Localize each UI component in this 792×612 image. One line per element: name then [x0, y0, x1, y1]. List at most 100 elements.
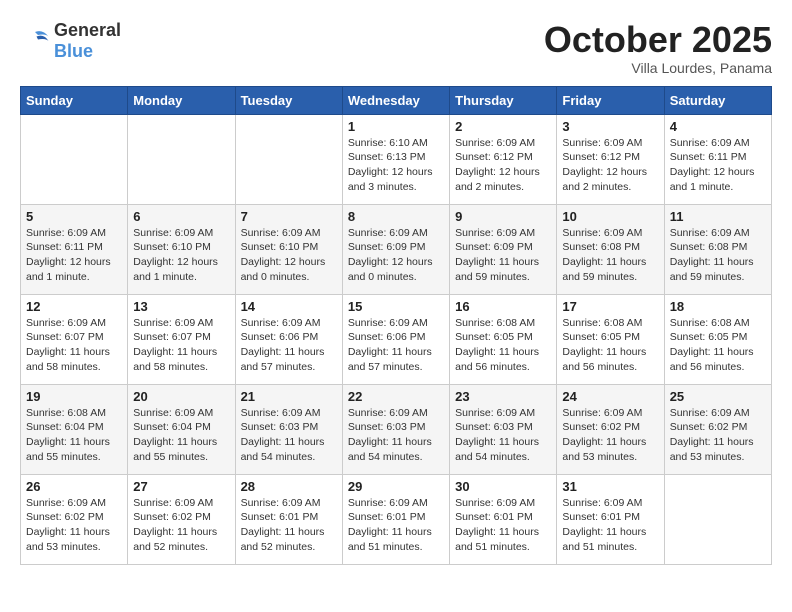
day-info: Sunrise: 6:09 AMSunset: 6:01 PMDaylight:… [241, 496, 337, 555]
day-info: Sunrise: 6:09 AMSunset: 6:01 PMDaylight:… [562, 496, 658, 555]
day-number: 20 [133, 389, 229, 404]
weekday-header-saturday: Saturday [664, 86, 771, 114]
day-number: 9 [455, 209, 551, 224]
calendar-day-14: 14 Sunrise: 6:09 AMSunset: 6:06 PMDayligh… [235, 294, 342, 384]
logo: General Blue [20, 20, 121, 62]
location-subtitle: Villa Lourdes, Panama [544, 60, 772, 76]
day-info: Sunrise: 6:09 AMSunset: 6:09 PMDaylight:… [455, 226, 551, 285]
day-number: 28 [241, 479, 337, 494]
title-block: October 2025 Villa Lourdes, Panama [544, 20, 772, 76]
calendar-day-13: 13Sunrise: 6:09 AMSunset: 6:07 PMDayligh… [128, 294, 235, 384]
calendar-day-27: 27 Sunrise: 6:09 AMSunset: 6:02 PMDayligh… [128, 474, 235, 564]
day-number: 21 [241, 389, 337, 404]
calendar-day-7: 7Sunrise: 6:09 AMSunset: 6:10 PMDaylight… [235, 204, 342, 294]
day-info: Sunrise: 6:09 AMSunset: 6:11 PMDaylight:… [26, 226, 122, 285]
calendar-empty-cell [128, 114, 235, 204]
day-info: Sunrise: 6:08 AMSunset: 6:05 PMDaylight:… [670, 316, 766, 375]
day-number: 1 [348, 119, 444, 134]
logo-icon [20, 29, 50, 53]
day-info: Sunrise: 6:09 AMSunset: 6:02 PMDaylight:… [670, 406, 766, 465]
day-info: Sunrise: 6:09 AMSunset: 6:07 PMDaylight:… [26, 316, 122, 375]
day-number: 27 [133, 479, 229, 494]
day-info: Sunrise: 6:08 AMSunset: 6:05 PMDaylight:… [562, 316, 658, 375]
calendar-day-25: 25 Sunrise: 6:09 AMSunset: 6:02 PMDayligh… [664, 384, 771, 474]
calendar-week-row: 26Sunrise: 6:09 AMSunset: 6:02 PMDayligh… [21, 474, 772, 564]
day-info: Sunrise: 6:09 AMSunset: 6:02 PMDaylight:… [26, 496, 122, 555]
calendar-day-5: 5 Sunrise: 6:09 AMSunset: 6:11 PMDaylight… [21, 204, 128, 294]
day-number: 16 [455, 299, 551, 314]
calendar-day-24: 24 Sunrise: 6:09 AMSunset: 6:02 PMDayligh… [557, 384, 664, 474]
calendar-day-20: 20 Sunrise: 6:09 AMSunset: 6:04 PMDayligh… [128, 384, 235, 474]
day-info: Sunrise: 6:09 AMSunset: 6:06 PMDaylight:… [241, 316, 337, 375]
calendar-day-10: 10Sunrise: 6:09 AMSunset: 6:08 PMDayligh… [557, 204, 664, 294]
day-number: 4 [670, 119, 766, 134]
calendar-day-8: 8 Sunrise: 6:09 AMSunset: 6:09 PMDaylight… [342, 204, 449, 294]
calendar-day-17: 17 Sunrise: 6:08 AMSunset: 6:05 PMDayligh… [557, 294, 664, 384]
day-number: 2 [455, 119, 551, 134]
calendar-day-11: 11 Sunrise: 6:09 AMSunset: 6:08 PMDayligh… [664, 204, 771, 294]
day-info: Sunrise: 6:09 AMSunset: 6:02 PMDaylight:… [562, 406, 658, 465]
day-number: 23 [455, 389, 551, 404]
weekday-header-friday: Friday [557, 86, 664, 114]
calendar-week-row: 5 Sunrise: 6:09 AMSunset: 6:11 PMDaylight… [21, 204, 772, 294]
day-number: 7 [241, 209, 337, 224]
day-number: 24 [562, 389, 658, 404]
logo-general: General [54, 20, 121, 40]
day-info: Sunrise: 6:09 AMSunset: 6:08 PMDaylight:… [670, 226, 766, 285]
day-number: 29 [348, 479, 444, 494]
day-info: Sunrise: 6:08 AMSunset: 6:04 PMDaylight:… [26, 406, 122, 465]
day-info: Sunrise: 6:09 AMSunset: 6:01 PMDaylight:… [348, 496, 444, 555]
calendar-empty-cell [21, 114, 128, 204]
day-number: 14 [241, 299, 337, 314]
calendar-day-28: 28 Sunrise: 6:09 AMSunset: 6:01 PMDayligh… [235, 474, 342, 564]
day-number: 22 [348, 389, 444, 404]
day-number: 17 [562, 299, 658, 314]
day-number: 11 [670, 209, 766, 224]
day-number: 30 [455, 479, 551, 494]
weekday-header-wednesday: Wednesday [342, 86, 449, 114]
calendar-day-19: 19 Sunrise: 6:08 AMSunset: 6:04 PMDayligh… [21, 384, 128, 474]
calendar-day-26: 26Sunrise: 6:09 AMSunset: 6:02 PMDayligh… [21, 474, 128, 564]
day-number: 12 [26, 299, 122, 314]
day-number: 10 [562, 209, 658, 224]
calendar-day-6: 6Sunrise: 6:09 AMSunset: 6:10 PMDaylight… [128, 204, 235, 294]
day-info: Sunrise: 6:09 AMSunset: 6:01 PMDaylight:… [455, 496, 551, 555]
calendar-day-18: 18Sunrise: 6:08 AMSunset: 6:05 PMDayligh… [664, 294, 771, 384]
day-info: Sunrise: 6:09 AMSunset: 6:03 PMDaylight:… [348, 406, 444, 465]
calendar-day-12: 12 Sunrise: 6:09 AMSunset: 6:07 PMDayligh… [21, 294, 128, 384]
logo-text: General Blue [54, 20, 121, 62]
day-info: Sunrise: 6:09 AMSunset: 6:03 PMDaylight:… [241, 406, 337, 465]
day-number: 31 [562, 479, 658, 494]
month-title: October 2025 [544, 20, 772, 60]
day-info: Sunrise: 6:10 AMSunset: 6:13 PMDaylight:… [348, 136, 444, 195]
day-info: Sunrise: 6:09 AMSunset: 6:12 PMDaylight:… [455, 136, 551, 195]
calendar-day-29: 29 Sunrise: 6:09 AMSunset: 6:01 PMDayligh… [342, 474, 449, 564]
logo-blue: Blue [54, 41, 93, 61]
calendar-table: SundayMondayTuesdayWednesdayThursdayFrid… [20, 86, 772, 565]
calendar-day-30: 30 Sunrise: 6:09 AMSunset: 6:01 PMDayligh… [450, 474, 557, 564]
calendar-day-1: 1 Sunrise: 6:10 AMSunset: 6:13 PMDaylight… [342, 114, 449, 204]
calendar-day-16: 16Sunrise: 6:08 AMSunset: 6:05 PMDayligh… [450, 294, 557, 384]
calendar-day-22: 22 Sunrise: 6:09 AMSunset: 6:03 PMDayligh… [342, 384, 449, 474]
day-info: Sunrise: 6:09 AMSunset: 6:11 PMDaylight:… [670, 136, 766, 195]
weekday-header-tuesday: Tuesday [235, 86, 342, 114]
day-number: 8 [348, 209, 444, 224]
calendar-day-2: 2 Sunrise: 6:09 AMSunset: 6:12 PMDaylight… [450, 114, 557, 204]
day-info: Sunrise: 6:09 AMSunset: 6:07 PMDaylight:… [133, 316, 229, 375]
day-info: Sunrise: 6:09 AMSunset: 6:03 PMDaylight:… [455, 406, 551, 465]
calendar-day-9: 9 Sunrise: 6:09 AMSunset: 6:09 PMDaylight… [450, 204, 557, 294]
day-info: Sunrise: 6:09 AMSunset: 6:10 PMDaylight:… [133, 226, 229, 285]
day-number: 25 [670, 389, 766, 404]
day-number: 5 [26, 209, 122, 224]
calendar-day-31: 31 Sunrise: 6:09 AMSunset: 6:01 PMDayligh… [557, 474, 664, 564]
day-info: Sunrise: 6:09 AMSunset: 6:04 PMDaylight:… [133, 406, 229, 465]
calendar-week-row: 1 Sunrise: 6:10 AMSunset: 6:13 PMDaylight… [21, 114, 772, 204]
calendar-day-3: 3Sunrise: 6:09 AMSunset: 6:12 PMDaylight… [557, 114, 664, 204]
calendar-week-row: 12 Sunrise: 6:09 AMSunset: 6:07 PMDayligh… [21, 294, 772, 384]
day-info: Sunrise: 6:09 AMSunset: 6:02 PMDaylight:… [133, 496, 229, 555]
day-info: Sunrise: 6:09 AMSunset: 6:09 PMDaylight:… [348, 226, 444, 285]
day-number: 19 [26, 389, 122, 404]
calendar-empty-cell [664, 474, 771, 564]
weekday-header-row: SundayMondayTuesdayWednesdayThursdayFrid… [21, 86, 772, 114]
page-header: General Blue October 2025 Villa Lourdes,… [20, 20, 772, 76]
